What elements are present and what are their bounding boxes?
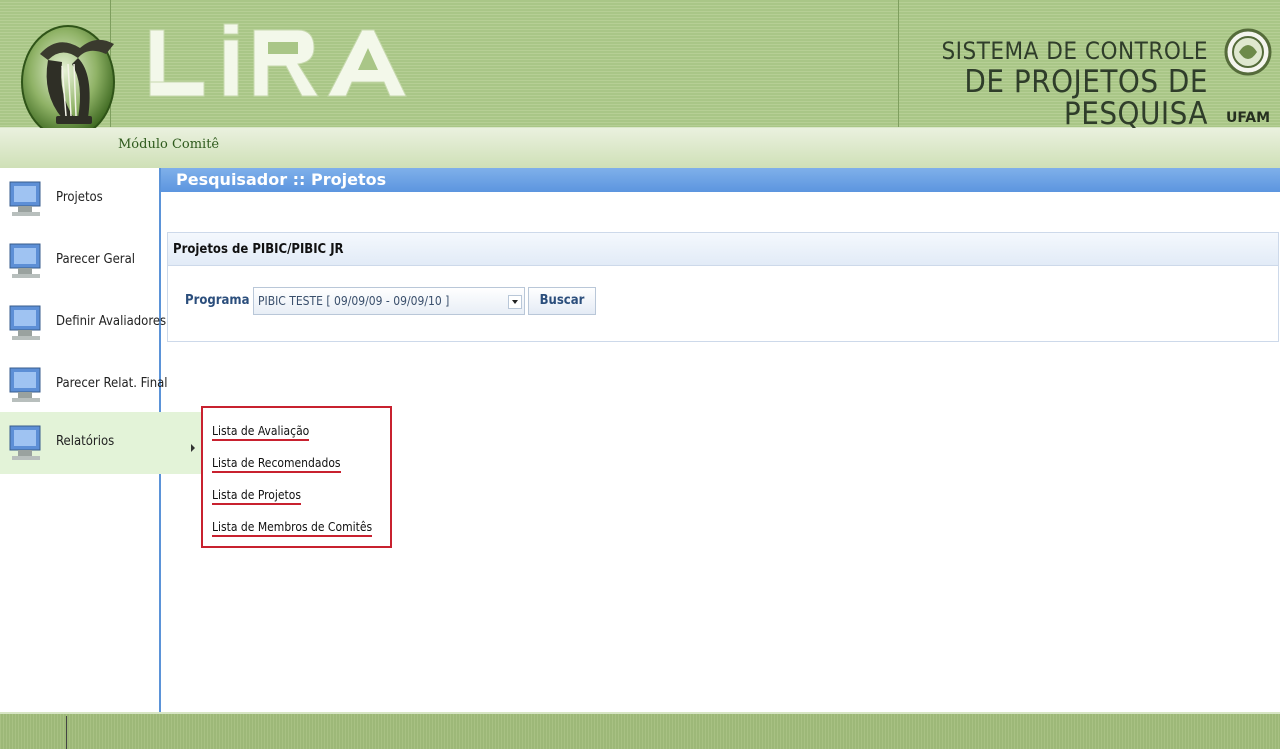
computer-icon <box>9 367 41 402</box>
submenu-item-lista-avaliacao[interactable]: Lista de Avaliação <box>212 424 310 441</box>
submenu-item-lista-projetos[interactable]: Lista de Projetos <box>212 488 302 505</box>
sidebar-item-label: Parecer Geral <box>56 252 135 267</box>
module-label: Módulo Comitê <box>118 137 220 152</box>
system-title-line2: DE PROJETOS DE PESQUISA <box>964 64 1208 132</box>
computer-icon <box>9 305 41 340</box>
program-label: Programa <box>185 293 250 308</box>
panel-title: Projetos de PIBIC/PIBIC JR <box>173 242 344 257</box>
projects-panel: Projetos de PIBIC/PIBIC JR Programa PIBI… <box>167 232 1279 342</box>
sidebar-item-parecer-relat-final[interactable]: Parecer Relat. Final <box>0 354 168 416</box>
computer-icon <box>9 181 41 216</box>
sidebar-item-label: Definir Avaliadores <box>56 314 167 329</box>
dropdown-caret-icon[interactable] <box>508 295 522 309</box>
program-selected-value: PIBIC TESTE [ 09/09/09 - 09/09/10 ] <box>258 294 450 308</box>
sidebar-item-label: Parecer Relat. Final <box>56 376 168 391</box>
sidebar-item-parecer-geral[interactable]: Parecer Geral <box>0 230 160 292</box>
sidebar-item-projetos[interactable]: Projetos <box>0 168 160 230</box>
submenu-arrow-icon <box>191 444 195 452</box>
sidebar-item-definir-avaliadores[interactable]: Definir Avaliadores <box>0 292 166 354</box>
program-select[interactable]: PIBIC TESTE [ 09/09/09 - 09/09/10 ] <box>253 287 525 315</box>
ufam-label: UFAM <box>1226 110 1270 126</box>
submenu-item-lista-membros-comites[interactable]: Lista de Membros de Comitês <box>212 520 373 537</box>
lira-wordmark <box>149 23 407 97</box>
ufam-logo: UFAM <box>1224 28 1272 126</box>
sidebar-item-label: Projetos <box>56 190 103 205</box>
lyre-logo <box>21 25 115 139</box>
footer-divider <box>66 716 67 749</box>
app-footer <box>0 712 1280 749</box>
computer-icon <box>9 243 41 278</box>
sidebar-item-label: Relatórios <box>56 434 115 449</box>
panel-header: Projetos de PIBIC/PIBIC JR <box>168 233 1278 266</box>
search-button[interactable]: Buscar <box>528 287 596 315</box>
page-title: Pesquisador :: Projetos <box>176 170 387 189</box>
system-title-line1: SISTEMA DE CONTROLE <box>941 37 1208 65</box>
submenu-item-lista-recomendados[interactable]: Lista de Recomendados <box>212 456 341 473</box>
computer-icon <box>9 425 41 460</box>
system-title: SISTEMA DE CONTROLE DE PROJETOS DE PESQU… <box>898 38 1208 130</box>
sidebar-item-relatorios[interactable]: Relatórios <box>0 412 210 474</box>
reports-submenu: Lista de Avaliação Lista de Recomendados… <box>201 406 392 548</box>
